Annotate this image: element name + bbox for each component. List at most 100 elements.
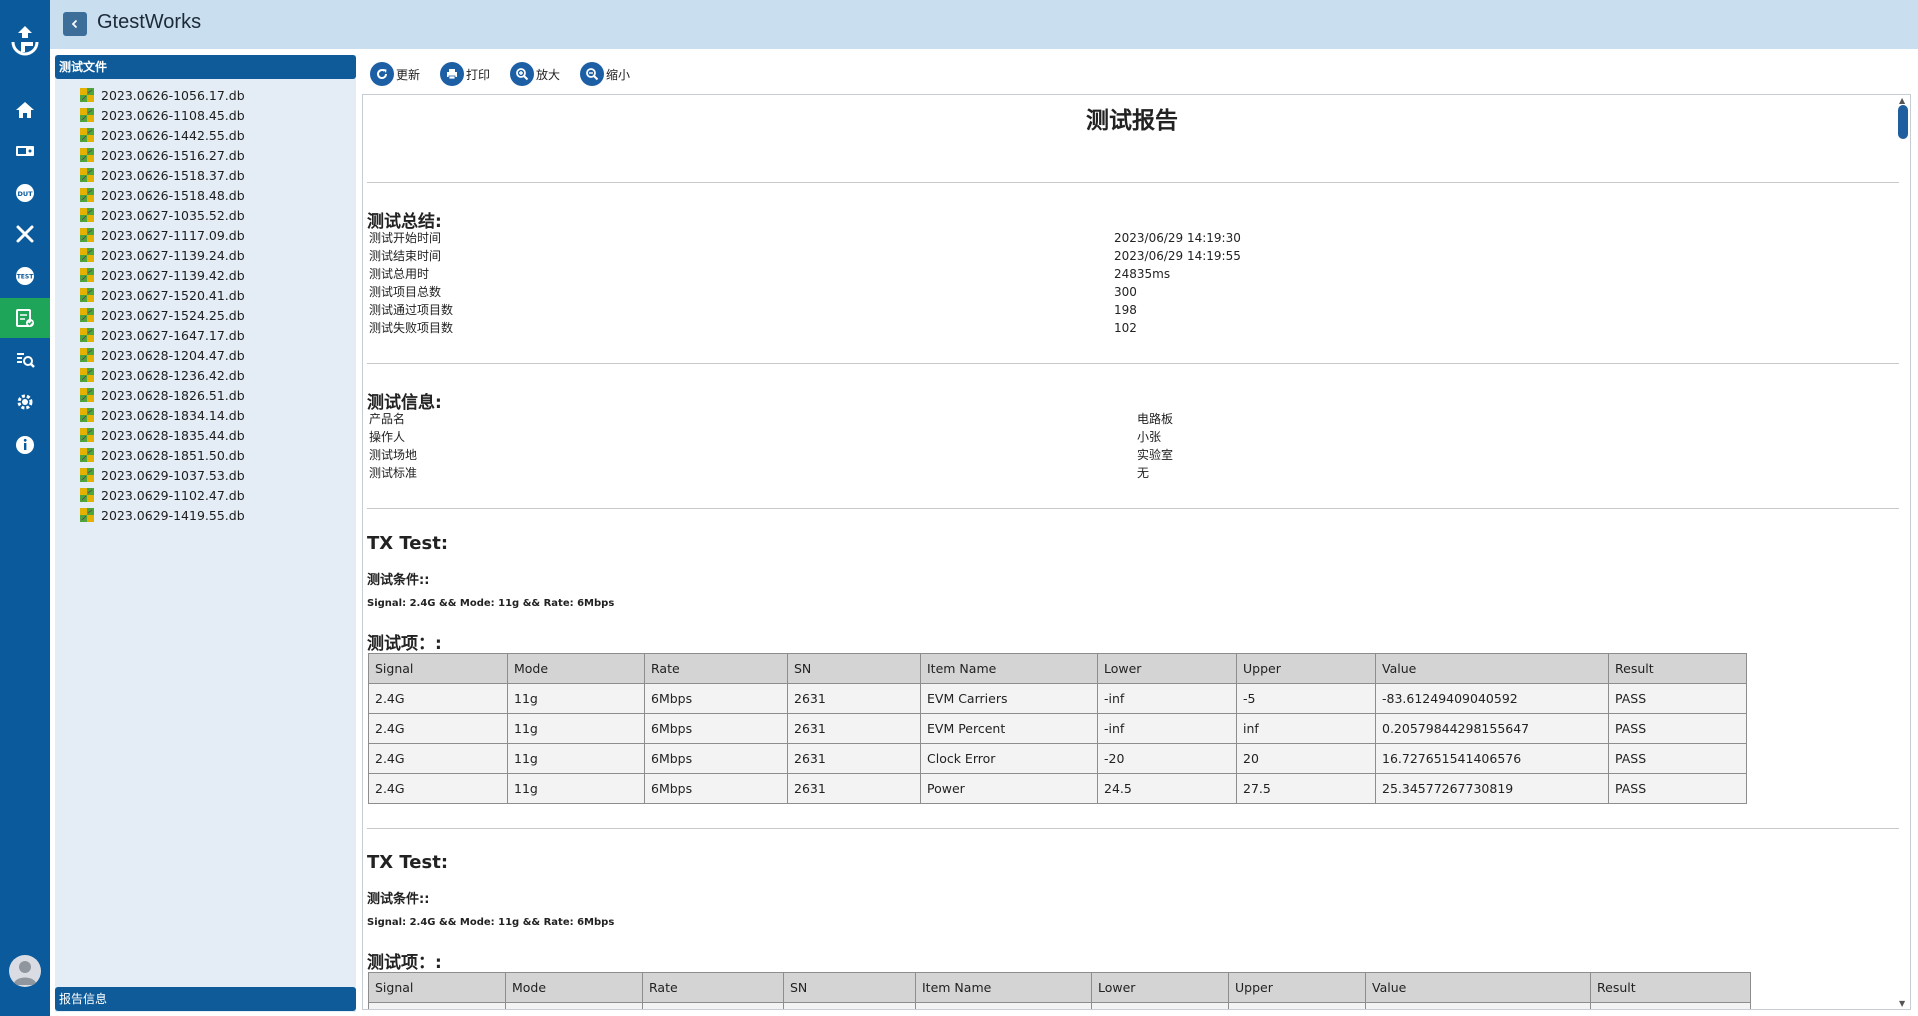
column-header: SN [787,653,921,684]
table-cell: -20 [1097,743,1237,774]
table-header-row: Signal Mode Rate SN Item Name Lower Upper Value… [368,653,1747,684]
table-cell: 11g [507,743,645,774]
condition-label: 测试条件:: [367,573,430,588]
database-file-icon [79,507,95,523]
file-list-item[interactable]: 2023.0626-1442.55.db [79,125,245,145]
file-list-item[interactable]: 2023.0626-1518.37.db [79,165,245,185]
file-name: 2023.0627-1139.24.db [101,247,245,263]
file-list-item[interactable]: 2023.0628-1834.14.db [79,405,245,425]
scroll-up-arrow-icon[interactable]: ▲ [1899,96,1905,105]
divider [367,363,1899,364]
column-header: Lower [1097,653,1237,684]
table-cell [1091,1002,1229,1009]
items-label: 测试项：: [367,953,442,973]
database-file-icon [79,127,95,143]
zoom-out-button[interactable]: 缩小 [580,62,630,86]
dut-nav[interactable]: DUT [0,173,50,213]
divider [367,182,1899,183]
refresh-button[interactable]: 更新 [370,62,420,86]
table-cell: 20 [1236,743,1376,774]
tools-nav[interactable] [0,214,50,254]
column-header: Signal [368,653,508,684]
table-cell: PASS [1608,743,1747,774]
report-scrollbar[interactable]: ▲ ▼ [1896,95,1909,1009]
summary-value: 102 [1114,321,1137,335]
table-row [368,1002,1751,1009]
file-name: 2023.0627-1647.17.db [101,327,245,343]
file-name: 2023.0628-1834.14.db [101,407,245,423]
table-row: 2.4G 11g 6Mbps 2631 Power 24.5 27.5 25.34577267… [368,773,1747,804]
file-list-item[interactable]: 2023.0627-1524.25.db [79,305,245,325]
file-name: 2023.0626-1518.37.db [101,167,245,183]
table-cell: 16.727651541406576 [1375,743,1609,774]
table-cell: 2631 [787,773,921,804]
report-icon [16,309,34,327]
file-list-item[interactable]: 2023.0626-1056.17.db [79,85,245,105]
test-nav[interactable]: TEST [0,256,50,296]
search-data-icon [17,353,35,368]
zoom-in-icon [510,62,535,86]
report-info-header[interactable]: 报告信息 [55,987,356,1011]
file-list-item[interactable]: 2023.0627-1520.41.db [79,285,245,305]
database-file-icon [79,247,95,263]
file-list-item[interactable]: 2023.0626-1516.27.db [79,145,245,165]
condition-text: Signal: 2.4G && Mode: 11g && Rate: 6Mbps [367,917,615,928]
instrument-icon [16,146,34,156]
settings-nav[interactable] [0,382,50,422]
file-list-item[interactable]: 2023.0626-1108.45.db [79,105,245,125]
table-cell: -inf [1097,683,1237,714]
summary-key: 测试结束时间 [369,249,442,263]
dut-icon: DUT [16,184,34,202]
user-avatar[interactable] [9,955,41,987]
file-list-item[interactable]: 2023.0629-1419.55.db [79,505,245,525]
settings-icon [17,394,33,410]
zoom-in-button[interactable]: 放大 [510,62,560,86]
back-button[interactable] [63,12,87,36]
table-cell: -83.61249409040592 [1375,683,1609,714]
table-cell: 2.4G [368,713,508,744]
info-key: 产品名 [369,412,406,426]
home-nav[interactable] [0,90,50,130]
column-header: Mode [505,972,643,1003]
file-list-item[interactable]: 2023.0628-1204.47.db [79,345,245,365]
file-list-item[interactable]: 2023.0626-1518.48.db [79,185,245,205]
print-button[interactable]: 打印 [440,62,490,86]
table-cell: 6Mbps [644,713,788,744]
table-cell: 2.4G [368,743,508,774]
scroll-thumb[interactable] [1898,105,1908,139]
table-cell: 25.34577267730819 [1375,773,1609,804]
instrument-nav[interactable] [0,131,50,171]
file-name: 2023.0629-1102.47.db [101,487,245,503]
table-cell: 11g [507,713,645,744]
file-panel-header[interactable]: 测试文件 [55,55,356,79]
table-cell [1590,1002,1751,1009]
search-data-nav[interactable] [0,340,50,380]
file-list-item[interactable]: 2023.0628-1851.50.db [79,445,245,465]
tx-test-heading: TX Test: [367,852,449,873]
file-list-item[interactable]: 2023.0628-1826.51.db [79,385,245,405]
file-list-item[interactable]: 2023.0628-1835.44.db [79,425,245,445]
info-value: 电路板 [1137,412,1174,426]
file-list-item[interactable]: 2023.0628-1236.42.db [79,365,245,385]
file-list-item[interactable]: 2023.0629-1037.53.db [79,465,245,485]
report-nav[interactable] [0,298,50,338]
table-cell [642,1002,784,1009]
database-file-icon [79,187,95,203]
file-name: 2023.0627-1520.41.db [101,287,245,303]
file-list-item[interactable]: 2023.0627-1647.17.db [79,325,245,345]
database-file-icon [79,147,95,163]
info-nav[interactable] [0,425,50,465]
file-name: 2023.0626-1056.17.db [101,87,245,103]
table-row: 2.4G 11g 6Mbps 2631 EVM Percent -inf inf 0.2057… [368,713,1747,744]
tools-icon [16,225,34,243]
scroll-down-arrow-icon[interactable]: ▼ [1899,999,1905,1008]
file-list-item[interactable]: 2023.0627-1117.09.db [79,225,245,245]
file-list-item[interactable]: 2023.0627-1139.42.db [79,265,245,285]
table-cell [368,1002,506,1009]
file-list-item[interactable]: 2023.0627-1139.24.db [79,245,245,265]
file-list-item[interactable]: 2023.0627-1035.52.db [79,205,245,225]
report-viewer[interactable]: 测试报告 测试总结: 测试开始时间 2023/06/29 14:19:30 测试结束… [362,94,1911,1010]
condition-text: Signal: 2.4G && Mode: 11g && Rate: 6Mbps [367,598,615,609]
table-cell: 24.5 [1097,773,1237,804]
file-list-item[interactable]: 2023.0629-1102.47.db [79,485,245,505]
